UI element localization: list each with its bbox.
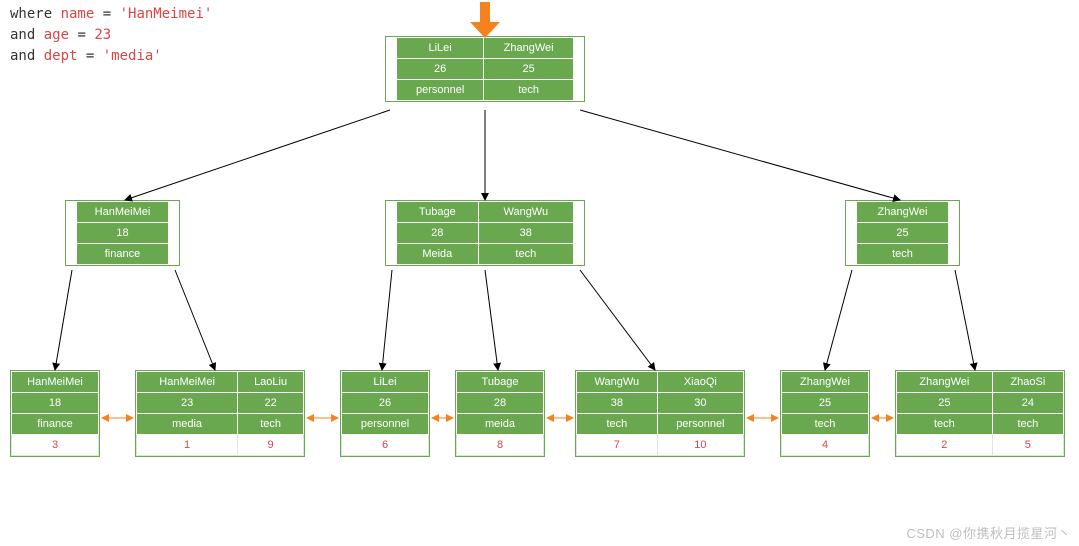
entry-arrow-icon (470, 2, 500, 38)
btree-mid-node-2: ZhangWei 25 tech (845, 200, 960, 266)
leaf-id: 10 (657, 435, 743, 456)
leaf-cell: tech (238, 414, 304, 435)
root-cell: ZhangWei (484, 38, 574, 59)
tree-edge (580, 270, 655, 370)
leaf-cell: LaoLiu (238, 372, 304, 393)
leaf-cell: tech (992, 414, 1063, 435)
leaf-cell: 28 (457, 393, 544, 414)
tree-edge (175, 270, 215, 370)
leaf-cell: tech (897, 414, 993, 435)
q-dept-v: 'media' (103, 48, 162, 64)
leaf-id: 5 (992, 435, 1063, 456)
btree-root-node: LiLeiZhangWei 2625 personneltech (385, 36, 585, 102)
tree-edge (825, 270, 852, 370)
leaf-cell: tech (577, 414, 658, 435)
kw-and2: and (10, 48, 44, 64)
leaf-cell: 18 (12, 393, 99, 414)
leaf-cell: LiLei (342, 372, 429, 393)
leaf-cell: 30 (657, 393, 743, 414)
q-eq3: = (77, 48, 102, 64)
leaf-id: 1 (137, 435, 238, 456)
mid-cell: tech (478, 244, 573, 265)
leaf-cell: HanMeiMei (137, 372, 238, 393)
leaf-id: 3 (12, 435, 99, 456)
leaf-cell: 23 (137, 393, 238, 414)
btree-leaf-node-2: LiLei 26 personnel 6 (340, 370, 430, 457)
q-eq1: = (94, 6, 119, 22)
tree-edge (55, 270, 72, 370)
mid-cell: Meida (397, 244, 479, 265)
mid-cell: WangWu (478, 202, 573, 223)
leaf-id: 7 (577, 435, 658, 456)
btree-leaf-node-5: ZhangWei 25 tech 4 (780, 370, 870, 457)
leaf-cell: finance (12, 414, 99, 435)
btree-leaf-node-0: HanMeiMei 18 finance 3 (10, 370, 100, 457)
leaf-cell: media (137, 414, 238, 435)
mid-cell: 28 (397, 223, 479, 244)
leaf-cell: 22 (238, 393, 304, 414)
leaf-cell: 25 (782, 393, 869, 414)
leaf-cell: personnel (657, 414, 743, 435)
q-age-k: age (44, 27, 69, 43)
leaf-cell: XiaoQi (657, 372, 743, 393)
leaf-id: 2 (897, 435, 993, 456)
tree-edge (580, 110, 900, 200)
leaf-cell: HanMeiMei (12, 372, 99, 393)
leaf-id: 6 (342, 435, 429, 456)
leaf-cell: ZhaoSi (992, 372, 1063, 393)
q-name-v: 'HanMeimei' (120, 6, 213, 22)
root-cell: tech (484, 80, 574, 101)
leaf-cell: 26 (342, 393, 429, 414)
mid-cell: tech (857, 244, 949, 265)
tree-edge (125, 110, 390, 200)
mid-cell: ZhangWei (857, 202, 949, 223)
leaf-cell: Tubage (457, 372, 544, 393)
btree-leaf-node-4: WangWuXiaoQi 3830 techpersonnel 710 (575, 370, 745, 457)
mid-cell: 18 (77, 223, 169, 244)
leaf-cell: ZhangWei (782, 372, 869, 393)
root-cell: personnel (397, 80, 484, 101)
query-text: where name = 'HanMeimei' and age = 23 an… (10, 4, 212, 67)
q-dept-k: dept (44, 48, 78, 64)
leaf-id: 4 (782, 435, 869, 456)
leaf-id: 9 (238, 435, 304, 456)
root-cell: 25 (484, 59, 574, 80)
mid-cell: finance (77, 244, 169, 265)
kw-where: where (10, 6, 61, 22)
tree-edge (485, 270, 498, 370)
tree-edge (382, 270, 392, 370)
btree-mid-node-0: HanMeiMei 18 finance (65, 200, 180, 266)
leaf-cell: WangWu (577, 372, 658, 393)
kw-and1: and (10, 27, 44, 43)
leaf-cell: tech (782, 414, 869, 435)
leaf-id: 8 (457, 435, 544, 456)
btree-mid-node-1: TubageWangWu 2838 Meidatech (385, 200, 585, 266)
tree-edge (955, 270, 975, 370)
mid-cell: 25 (857, 223, 949, 244)
mid-cell: 38 (478, 223, 573, 244)
mid-cell: HanMeiMei (77, 202, 169, 223)
leaf-cell: 24 (992, 393, 1063, 414)
root-cell: LiLei (397, 38, 484, 59)
leaf-cell: meida (457, 414, 544, 435)
btree-leaf-node-1: HanMeiMeiLaoLiu 2322 mediatech 19 (135, 370, 305, 457)
btree-leaf-node-3: Tubage 28 meida 8 (455, 370, 545, 457)
leaf-cell: 38 (577, 393, 658, 414)
leaf-cell: personnel (342, 414, 429, 435)
q-name-k: name (61, 6, 95, 22)
q-eq2: = (69, 27, 94, 43)
btree-leaf-node-6: ZhangWeiZhaoSi 2524 techtech 25 (895, 370, 1065, 457)
q-age-v: 23 (94, 27, 111, 43)
watermark: CSDN @你携秋月揽星河丶 (906, 523, 1071, 542)
root-cell: 26 (397, 59, 484, 80)
leaf-cell: ZhangWei (897, 372, 993, 393)
mid-cell: Tubage (397, 202, 479, 223)
leaf-cell: 25 (897, 393, 993, 414)
